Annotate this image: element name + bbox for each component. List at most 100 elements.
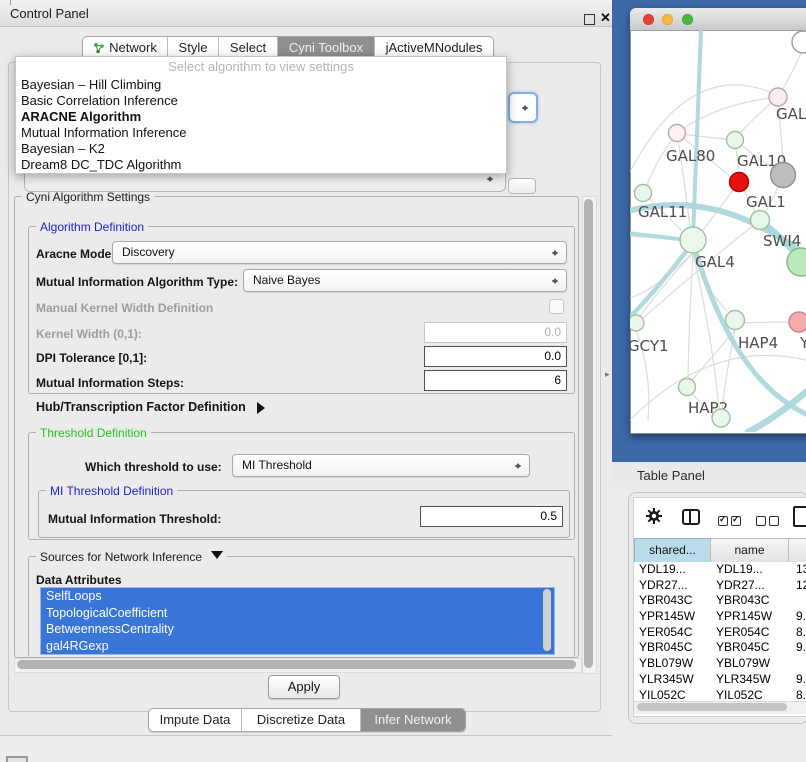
mi-steps-field[interactable]: 6: [424, 370, 567, 391]
table-row[interactable]: YBR043C YBR043C: [634, 593, 806, 609]
mi-algorithm-type-select[interactable]: Naive Bayes: [243, 269, 567, 292]
vertical-scrollbar-thumb[interactable]: [584, 199, 593, 668]
column-header-clipped[interactable]: [788, 538, 806, 563]
panel-title: Control Panel: [10, 6, 89, 21]
table-row[interactable]: YPR145W YPR145W 9.: [634, 609, 806, 625]
cell-name: YDL19...: [715, 562, 794, 578]
table-row[interactable]: YIL052C YIL052C 8.: [634, 688, 806, 702]
network-edge[interactable]: [694, 246, 806, 414]
cell-value: [794, 656, 806, 672]
list-scrollbar-thumb[interactable]: [543, 589, 551, 651]
stepper-arrows-icon: [514, 459, 523, 473]
table-horizontal-scrollbar-thumb[interactable]: [637, 703, 787, 711]
table-row[interactable]: YBL079W YBL079W: [634, 656, 806, 672]
horizontal-scrollbar-thumb[interactable]: [17, 660, 576, 669]
gear-icon[interactable]: [645, 507, 663, 525]
table-row[interactable]: YER054C YER054C 8.: [634, 625, 806, 641]
network-node-label: SWI4: [763, 232, 801, 250]
screen-edge-artifact: [10, 0, 11, 5]
attribute-list-item-selected[interactable]: BetweennessCentrality: [41, 621, 554, 638]
cell-value: 12: [794, 578, 806, 594]
table-row[interactable]: YLR345W YLR345W 9.: [634, 672, 806, 688]
algorithm-option[interactable]: Dream8 DC_TDC Algorithm: [16, 157, 506, 173]
cell-value: 8.: [794, 625, 806, 641]
algorithm-option[interactable]: Mutual Information Inference: [16, 125, 506, 141]
network-node[interactable]: [751, 211, 770, 230]
algorithm-option[interactable]: Basic Correlation Inference: [16, 93, 506, 109]
network-node-label: HAP4: [738, 334, 778, 352]
close-icon[interactable]: ✕: [600, 10, 611, 26]
deselect-all-columns-icon[interactable]: [756, 512, 782, 530]
data-attributes-list: SelfLoopsTopologicalCoefficientBetweenne…: [40, 587, 555, 655]
network-node[interactable]: [730, 173, 749, 192]
new-table-icon[interactable]: [793, 506, 806, 527]
kernel-width-field[interactable]: 0.0: [424, 322, 567, 343]
splitter-handle-icon[interactable]: ▸: [605, 369, 610, 380]
network-edge[interactable]: [688, 253, 693, 378]
tab-impute-data[interactable]: Impute Data: [149, 709, 241, 731]
network-node[interactable]: [727, 132, 744, 149]
network-edge[interactable]: [630, 253, 693, 298]
network-node[interactable]: [635, 185, 652, 202]
attribute-list-item-selected[interactable]: SelfLoops: [41, 588, 554, 605]
attribute-list-item-selected[interactable]: TopologicalCoefficient: [41, 605, 554, 622]
network-node[interactable]: [789, 312, 806, 332]
column-header-shared-name[interactable]: shared...: [634, 538, 711, 563]
table-row[interactable]: YDL19... YDL19... 13: [634, 562, 806, 578]
stepper-arrows-icon: [521, 101, 530, 115]
network-node[interactable]: [712, 409, 730, 427]
zoom-traffic-light-icon[interactable]: [682, 14, 693, 25]
dpi-tolerance-label: DPI Tolerance [0,1]:: [36, 351, 147, 365]
close-traffic-light-icon[interactable]: [643, 14, 654, 25]
control-panel-titlebar[interactable]: Control Panel ✕: [0, 0, 612, 27]
network-edge[interactable]: [744, 322, 789, 323]
algorithm-option[interactable]: ARACNE Algorithm: [16, 109, 506, 125]
tab-discretize-data[interactable]: Discretize Data: [241, 709, 360, 731]
network-node[interactable]: [679, 379, 696, 396]
network-canvas[interactable]: GALGAL80GAL10GAL1GAL11SWI4GAL4GCY1HAP4YH…: [630, 30, 806, 432]
network-node[interactable]: [792, 31, 806, 53]
table-row[interactable]: YDR27... YDR27... 12: [634, 578, 806, 594]
cell-name: YIL052C: [715, 688, 794, 702]
float-window-icon[interactable]: [584, 14, 595, 25]
network-node[interactable]: [771, 163, 796, 188]
network-node[interactable]: [630, 315, 644, 331]
manual-kernel-checkbox[interactable]: [549, 299, 564, 314]
column-header-name[interactable]: name: [710, 538, 789, 563]
apply-button[interactable]: Apply: [268, 675, 340, 699]
algorithm-option[interactable]: Bayesian – Hill Climbing: [16, 77, 506, 93]
cell-value: 9.: [794, 640, 806, 656]
focused-combobox-fragment[interactable]: [508, 92, 538, 123]
network-edge[interactable]: [640, 253, 693, 316]
obscured-combobox-fragment[interactable]: [508, 178, 536, 194]
network-window-titlebar[interactable]: [630, 8, 806, 31]
dpi-tolerance-field[interactable]: 0.0: [424, 346, 567, 367]
cell-value: 9.: [794, 609, 806, 625]
show-columns-icon[interactable]: [682, 509, 700, 525]
network-node-label: GAL: [776, 105, 806, 123]
selected-value: MI Threshold: [242, 458, 312, 472]
cell-name: YER054C: [715, 625, 794, 641]
attribute-list-item-selected[interactable]: gal4RGexp: [41, 638, 554, 655]
hub-section-toggle[interactable]: Hub/Transcription Factor Definition: [36, 400, 271, 414]
network-node[interactable]: [680, 227, 706, 253]
table-row[interactable]: YBR045C YBR045C 9.: [634, 640, 806, 656]
mi-threshold-field[interactable]: 0.5: [420, 506, 563, 527]
network-node[interactable]: [769, 88, 787, 106]
stepper-arrows-icon: [486, 172, 495, 186]
cell-name: YPR145W: [715, 609, 794, 625]
checked-box-icon: [718, 516, 728, 526]
which-threshold-select[interactable]: MI Threshold: [232, 454, 530, 477]
algorithm-option[interactable]: Bayesian – K2: [16, 141, 506, 157]
sources-section-toggle[interactable]: Sources for Network Inference: [36, 550, 227, 565]
tab-infer-network[interactable]: Infer Network: [360, 709, 465, 731]
select-all-columns-icon[interactable]: [718, 512, 744, 530]
network-node[interactable]: [669, 125, 686, 142]
cell-shared-name: YIL052C: [634, 688, 715, 702]
aracne-mode-select[interactable]: Discovery: [112, 241, 567, 264]
network-edge[interactable]: [630, 244, 692, 319]
minimize-traffic-light-icon[interactable]: [662, 14, 673, 25]
bottom-tab-bar: Impute Data Discretize Data Infer Networ…: [148, 708, 466, 732]
network-node[interactable]: [726, 311, 745, 330]
table-panel-title: Table Panel: [637, 468, 705, 483]
